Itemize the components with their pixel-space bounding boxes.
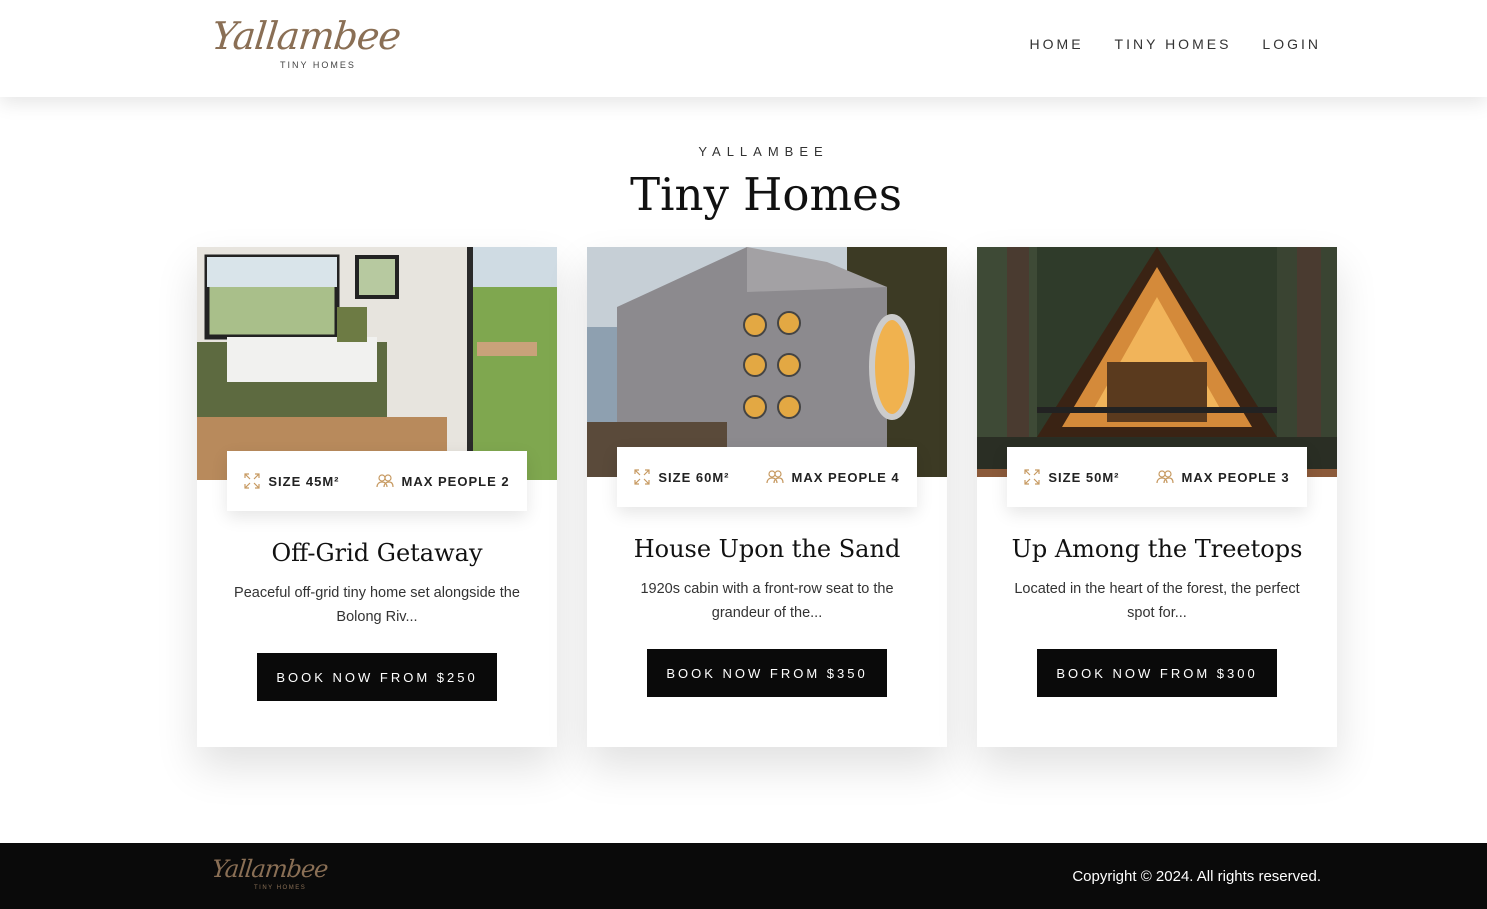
listing-title: Up Among the Treetops	[1011, 535, 1303, 563]
section-eyebrow: YALLAMBEE	[698, 144, 829, 159]
size-label: SIZE 60M²	[658, 469, 730, 485]
nav-home[interactable]: HOME	[1030, 36, 1084, 52]
people-spec: MAX PEOPLE 2	[375, 473, 510, 489]
people-icon	[375, 474, 394, 488]
people-spec: MAX PEOPLE 4	[765, 469, 900, 485]
footer-logo[interactable]: Yallambee TINY HOMES	[210, 855, 329, 891]
listing-specs: SIZE 60M² MAX PEOPLE 4	[617, 447, 917, 507]
size-label: SIZE 50M²	[1048, 469, 1120, 485]
footer-logo-subtitle: TINY HOMES	[254, 885, 307, 891]
expand-icon	[634, 469, 650, 485]
main-nav: HOME TINY HOMES LOGIN	[1030, 36, 1321, 52]
listing-title: House Upon the Sand	[633, 535, 901, 563]
listing-specs: SIZE 45M² MAX PEOPLE 2	[227, 451, 527, 511]
listing-photo-bedroom[interactable]	[197, 247, 557, 480]
logo-script: Yallambee	[209, 14, 403, 58]
listing-photo-a-frame[interactable]	[977, 247, 1337, 477]
expand-icon	[1024, 469, 1040, 485]
site-footer: Yallambee TINY HOMES Copyright © 2024. A…	[0, 843, 1487, 909]
people-icon	[765, 470, 784, 484]
listing-photo-cabin[interactable]	[587, 247, 947, 477]
listing-description: Located in the heart of the forest, the …	[1014, 581, 1300, 621]
listing-card-treetops: SIZE 50M² MAX PEOPLE 3 Up Among the Tree…	[977, 247, 1337, 747]
footer-logo-script: Yallambee	[210, 855, 329, 883]
people-label: MAX PEOPLE 4	[791, 469, 900, 485]
listing-description: Peaceful off-grid tiny home set alongsid…	[234, 585, 520, 625]
logo-subtitle: TINY HOMES	[280, 60, 356, 70]
people-label: MAX PEOPLE 3	[1181, 469, 1290, 485]
people-spec: MAX PEOPLE 3	[1155, 469, 1290, 485]
copyright-text: Copyright © 2024. All rights reserved.	[1072, 868, 1321, 885]
listing-card-off-grid: SIZE 45M² MAX PEOPLE 2 Off-Grid Getaway …	[197, 247, 557, 747]
listing-title: Off-Grid Getaway	[271, 539, 483, 567]
listing-card-house-upon-sand: SIZE 60M² MAX PEOPLE 4 House Upon the Sa…	[587, 247, 947, 747]
book-now-button[interactable]: BOOK NOW FROM $250	[257, 653, 497, 701]
page-title: Tiny Homes	[630, 168, 902, 221]
listing-specs: SIZE 50M² MAX PEOPLE 3	[1007, 447, 1307, 507]
nav-tiny-homes[interactable]: TINY HOMES	[1115, 36, 1232, 52]
size-spec: SIZE 60M²	[634, 469, 729, 485]
people-label: MAX PEOPLE 2	[401, 473, 510, 489]
nav-login[interactable]: LOGIN	[1262, 36, 1321, 52]
size-label: SIZE 45M²	[268, 473, 340, 489]
site-logo[interactable]: Yallambee TINY HOMES	[209, 14, 403, 74]
book-now-button[interactable]: BOOK NOW FROM $350	[647, 649, 887, 697]
size-spec: SIZE 45M²	[244, 473, 339, 489]
book-now-button[interactable]: BOOK NOW FROM $300	[1037, 649, 1277, 697]
site-header: Yallambee TINY HOMES HOME TINY HOMES LOG…	[0, 0, 1487, 97]
expand-icon	[244, 473, 260, 489]
size-spec: SIZE 50M²	[1024, 469, 1119, 485]
people-icon	[1155, 470, 1174, 484]
listing-description: 1920s cabin with a front-row seat to the…	[640, 581, 894, 621]
